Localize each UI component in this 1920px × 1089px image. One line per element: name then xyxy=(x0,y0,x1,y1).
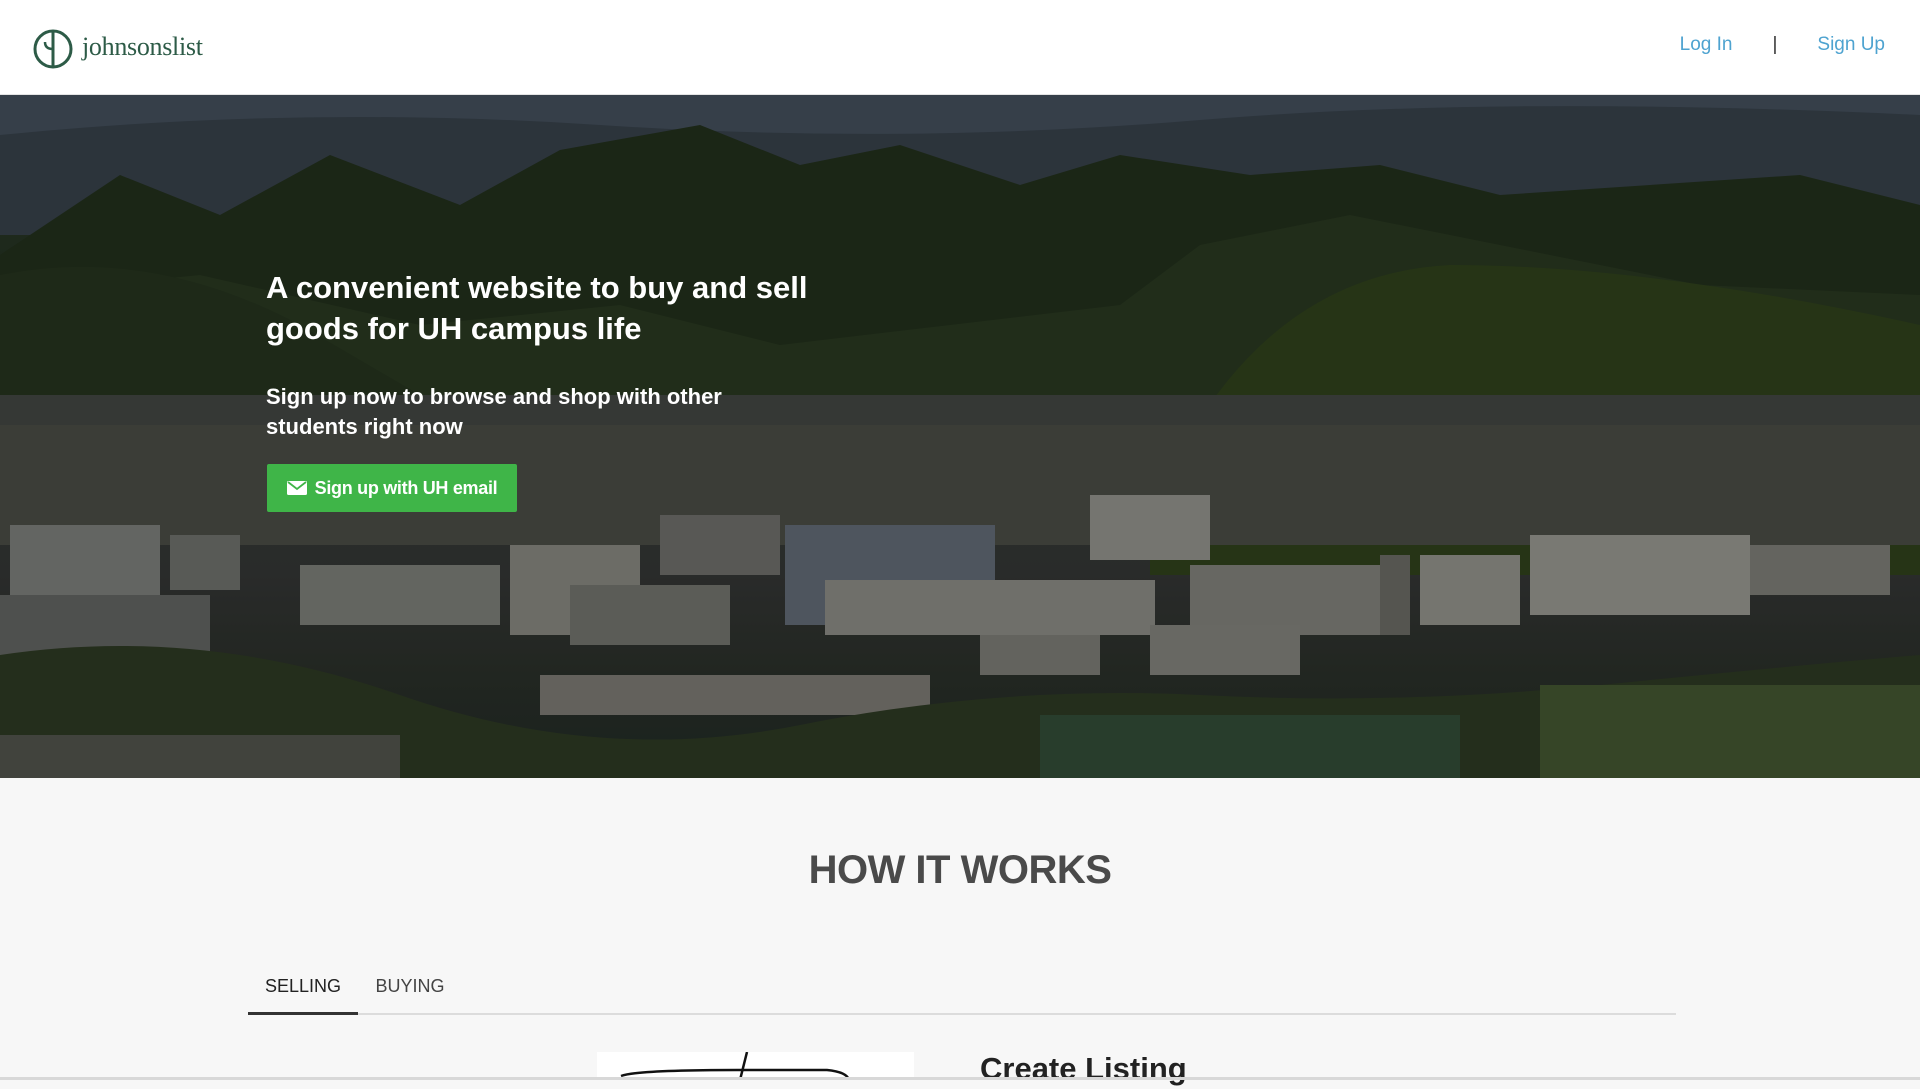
login-link[interactable]: Log In xyxy=(1680,34,1733,56)
signup-uh-email-button[interactable]: Sign up with UH email xyxy=(267,464,517,512)
hero-subtitle: Sign up now to browse and shop with othe… xyxy=(266,384,722,439)
nav-separator: | xyxy=(1772,34,1778,55)
tab-selling[interactable]: SELLING xyxy=(248,960,358,1015)
create-listing-illustration xyxy=(597,1052,914,1080)
header-nav: Log In | Sign Up xyxy=(1680,34,1885,56)
signup-uh-email-label: Sign up with UH email xyxy=(314,477,498,498)
how-it-works-tabs: SELLING BUYING xyxy=(248,960,1676,1015)
logo-icon xyxy=(33,29,73,69)
logo-text: johnsonslist xyxy=(82,32,203,61)
hero-banner: A convenient website to buy and sell goo… xyxy=(0,95,1920,778)
site-logo[interactable]: johnsonslist xyxy=(33,22,203,72)
signup-link[interactable]: Sign Up xyxy=(1817,34,1885,56)
how-it-works-title: HOW IT WORKS xyxy=(808,848,1112,892)
hero-title: A convenient website to buy and sell goo… xyxy=(266,270,808,346)
step-title: Create Listing xyxy=(980,1051,1187,1086)
listing-sketch-icon xyxy=(620,1052,851,1080)
envelope-icon xyxy=(286,481,307,495)
site-header: johnsonslist Log In | Sign Up xyxy=(0,0,1920,95)
tab-buying[interactable]: BUYING xyxy=(358,960,462,1013)
